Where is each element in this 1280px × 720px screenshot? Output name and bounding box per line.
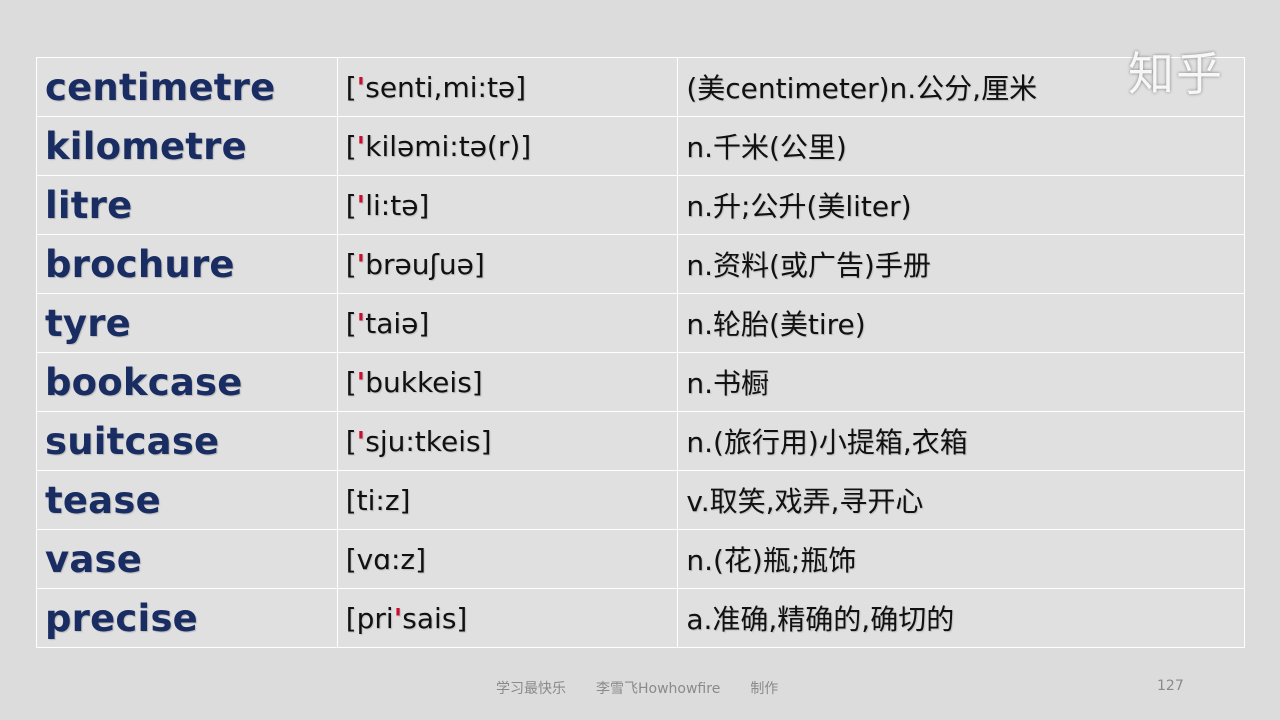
slide: centimetre ['senti,mi:tə] (美centimeter)n… — [0, 0, 1280, 720]
meaning: n.书橱 — [686, 367, 769, 400]
meaning-cell: n.(花)瓶;瓶饰 — [677, 529, 1245, 589]
meaning-cell: a.准确,精确的,确切的 — [677, 588, 1245, 648]
phonetic: ['li:tə] — [345, 188, 430, 222]
stress-mark: ' — [356, 129, 366, 163]
meaning-cell: n.千米(公里) — [677, 116, 1245, 176]
meaning-cell: n.轮胎(美tire) — [677, 293, 1245, 353]
phonetic-cell: [pri'sais] — [336, 588, 679, 648]
word: centimetre — [45, 65, 276, 109]
phonetic-cell: [ti:z] — [336, 470, 679, 530]
word-cell: suitcase — [36, 411, 338, 471]
word-cell: vase — [36, 529, 338, 589]
meaning: a.准确,精确的,确切的 — [686, 603, 955, 636]
phonetic-cell: ['taiə] — [336, 293, 679, 353]
phonetic-cell: ['brəuʃuə] — [336, 234, 679, 294]
word: bookcase — [45, 360, 243, 404]
meaning: n.轮胎(美tire) — [686, 308, 866, 341]
word-cell: kilometre — [36, 116, 338, 176]
word: precise — [45, 596, 198, 640]
stress-mark: ' — [356, 306, 366, 340]
table-row: litre ['li:tə] n.升;公升(美liter) — [36, 175, 1245, 235]
meaning-cell: n.(旅行用)小提箱,衣箱 — [677, 411, 1245, 471]
page-number: 127 — [1157, 678, 1184, 694]
phonetic-cell: ['kiləmi:tə(r)] — [336, 116, 679, 176]
phonetic-cell: ['sju:tkeis] — [336, 411, 679, 471]
word: brochure — [45, 242, 235, 286]
stress-mark: ' — [393, 601, 403, 635]
meaning: n.升;公升(美liter) — [686, 190, 912, 223]
zhihu-watermark: 知乎 — [1128, 47, 1224, 101]
meaning: v.取笑,戏弄,寻开心 — [686, 485, 924, 518]
footer-left-text: 学习最快乐 — [496, 681, 566, 697]
word-cell: brochure — [36, 234, 338, 294]
table-row: tyre ['taiə] n.轮胎(美tire) — [36, 293, 1245, 353]
word: vase — [45, 537, 143, 581]
footer-made-text: 制作 — [750, 681, 779, 697]
table-row: precise [pri'sais] a.准确,精确的,确切的 — [36, 588, 1245, 648]
vocabulary-table: centimetre ['senti,mi:tə] (美centimeter)n… — [36, 57, 1245, 648]
footer-author-text: 李雪飞Howhowfire — [596, 681, 721, 697]
meaning-cell: n.升;公升(美liter) — [677, 175, 1245, 235]
table-row: centimetre ['senti,mi:tə] (美centimeter)n… — [36, 57, 1245, 117]
word-cell: litre — [36, 175, 338, 235]
table-row: tease [ti:z] v.取笑,戏弄,寻开心 — [36, 470, 1245, 530]
word: litre — [45, 183, 133, 227]
table-row: kilometre ['kiləmi:tə(r)] n.千米(公里) — [36, 116, 1245, 176]
word: suitcase — [45, 419, 220, 463]
phonetic: ['taiə] — [345, 306, 430, 340]
word: tease — [45, 478, 161, 522]
table-row: suitcase ['sju:tkeis] n.(旅行用)小提箱,衣箱 — [36, 411, 1245, 471]
phonetic: ['bukkeis] — [345, 365, 483, 399]
phonetic-cell: ['bukkeis] — [336, 352, 679, 412]
meaning: n.资料(或广告)手册 — [686, 249, 931, 282]
word-cell: bookcase — [36, 352, 338, 412]
stress-mark: ' — [356, 70, 366, 104]
meaning-cell: n.资料(或广告)手册 — [677, 234, 1245, 294]
phonetic: [vɑ:z] — [345, 542, 427, 576]
table-row: vase [vɑ:z] n.(花)瓶;瓶饰 — [36, 529, 1245, 589]
stress-mark: ' — [356, 365, 366, 399]
phonetic-cell: ['li:tə] — [336, 175, 679, 235]
phonetic-cell: [vɑ:z] — [336, 529, 679, 589]
phonetic: [pri'sais] — [345, 601, 468, 635]
phonetic: [ti:z] — [345, 483, 411, 517]
word-cell: tyre — [36, 293, 338, 353]
table-row: brochure ['brəuʃuə] n.资料(或广告)手册 — [36, 234, 1245, 294]
phonetic: ['senti,mi:tə] — [345, 70, 527, 104]
stress-mark: ' — [356, 424, 366, 458]
word: kilometre — [45, 124, 247, 168]
meaning: n.千米(公里) — [686, 131, 847, 164]
meaning-cell: n.书橱 — [677, 352, 1245, 412]
phonetic: ['sju:tkeis] — [345, 424, 492, 458]
meaning: n.(花)瓶;瓶饰 — [686, 544, 857, 577]
phonetic-cell: ['senti,mi:tə] — [336, 57, 679, 117]
meaning: (美centimeter)n.公分,厘米 — [686, 72, 1038, 105]
stress-mark: ' — [356, 247, 366, 281]
word-cell: tease — [36, 470, 338, 530]
word-cell: precise — [36, 588, 338, 648]
phonetic: ['brəuʃuə] — [345, 247, 485, 281]
meaning: n.(旅行用)小提箱,衣箱 — [686, 426, 968, 459]
footer-credits: 学习最快乐 李雪飞Howhowfire 制作 — [496, 678, 778, 698]
word: tyre — [45, 301, 131, 345]
stress-mark: ' — [356, 188, 366, 222]
word-cell: centimetre — [36, 57, 338, 117]
table-row: bookcase ['bukkeis] n.书橱 — [36, 352, 1245, 412]
meaning-cell: v.取笑,戏弄,寻开心 — [677, 470, 1245, 530]
phonetic: ['kiləmi:tə(r)] — [345, 129, 532, 163]
